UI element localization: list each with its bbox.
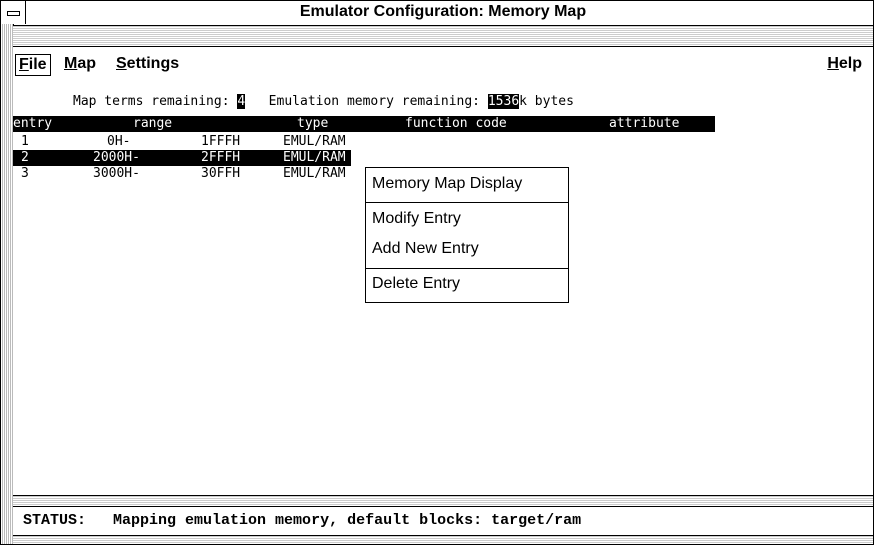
row-entry: 2	[21, 150, 29, 165]
menu-item-delete-entry[interactable]: Delete Entry	[372, 275, 460, 293]
menu-item-add-new-entry[interactable]: Add New Entry	[372, 240, 479, 258]
status-text: STATUS: Mapping emulation memory, defaul…	[23, 512, 581, 529]
status-label: STATUS:	[23, 512, 87, 529]
menu-file-mnemonic: F	[19, 56, 29, 73]
row-end: 30FFH	[201, 166, 241, 181]
menu-help-label: elp	[838, 55, 862, 72]
header-range: range	[133, 116, 173, 131]
row-start: 3000H-	[93, 166, 140, 181]
menu-map-mnemonic: M	[64, 55, 78, 72]
menu-settings-label: ettings	[126, 55, 180, 72]
menu-separator	[366, 202, 568, 203]
menu-map[interactable]: Map	[61, 54, 99, 74]
row-entry: 1	[21, 134, 29, 149]
status-spacer	[86, 512, 113, 529]
title-bar: Emulator Configuration: Memory Map	[1, 1, 873, 26]
menu-file[interactable]: File	[15, 54, 51, 76]
table-row[interactable]: 3 3000H- 30FFH EMUL/RAM	[13, 166, 351, 182]
header-function-code: function code	[405, 116, 507, 131]
memory-value: 1536	[487, 94, 520, 109]
menu-file-label: ile	[28, 56, 47, 73]
menu-item-memory-map-display[interactable]: Memory Map Display	[372, 175, 522, 193]
header-entry: entry	[13, 116, 53, 131]
menu-map-label: ap	[77, 55, 96, 72]
info-line: Map terms remaining: 4 Emulation memory …	[73, 94, 574, 109]
status-message: Mapping emulation memory, default blocks…	[113, 512, 582, 529]
table-header: entry range type function code attribute	[13, 116, 715, 132]
row-end: 1FFFH	[201, 134, 241, 149]
status-line: STATUS: Mapping emulation memory, defaul…	[13, 506, 873, 536]
menu-bar: File Map Settings Help	[13, 46, 873, 81]
menu-separator	[366, 268, 568, 269]
context-menu: Memory Map Display Modify Entry Add New …	[365, 167, 569, 303]
row-type: EMUL/RAM	[283, 134, 346, 149]
row-end: 2FFFH	[201, 150, 241, 165]
menu-help[interactable]: Help	[824, 54, 865, 74]
table-row[interactable]: 1 0H- 1FFFH EMUL/RAM	[13, 134, 351, 150]
memory-unit: k bytes	[519, 94, 574, 109]
row-entry: 3	[21, 166, 29, 181]
header-type: type	[297, 116, 329, 131]
menubar-spacer	[13, 26, 873, 46]
row-type: EMUL/RAM	[283, 150, 346, 165]
status-bar: STATUS: Mapping emulation memory, defaul…	[13, 495, 873, 544]
menu-item-modify-entry[interactable]: Modify Entry	[372, 210, 461, 228]
memory-label: Emulation memory remaining:	[245, 94, 488, 109]
row-start: 2000H-	[93, 150, 140, 165]
row-start: 0H-	[107, 134, 131, 149]
window-title: Emulator Configuration: Memory Map	[299, 3, 587, 20]
header-attribute: attribute	[609, 116, 680, 131]
menu-help-mnemonic: H	[827, 55, 839, 72]
app-window: Emulator Configuration: Memory Map File …	[0, 0, 874, 545]
menu-settings-mnemonic: S	[116, 55, 127, 72]
row-type: EMUL/RAM	[283, 166, 346, 181]
terms-label: Map terms remaining:	[73, 94, 238, 109]
menu-settings[interactable]: Settings	[113, 54, 182, 74]
table-row-selected[interactable]: 2 2000H- 2FFFH EMUL/RAM	[13, 150, 351, 166]
